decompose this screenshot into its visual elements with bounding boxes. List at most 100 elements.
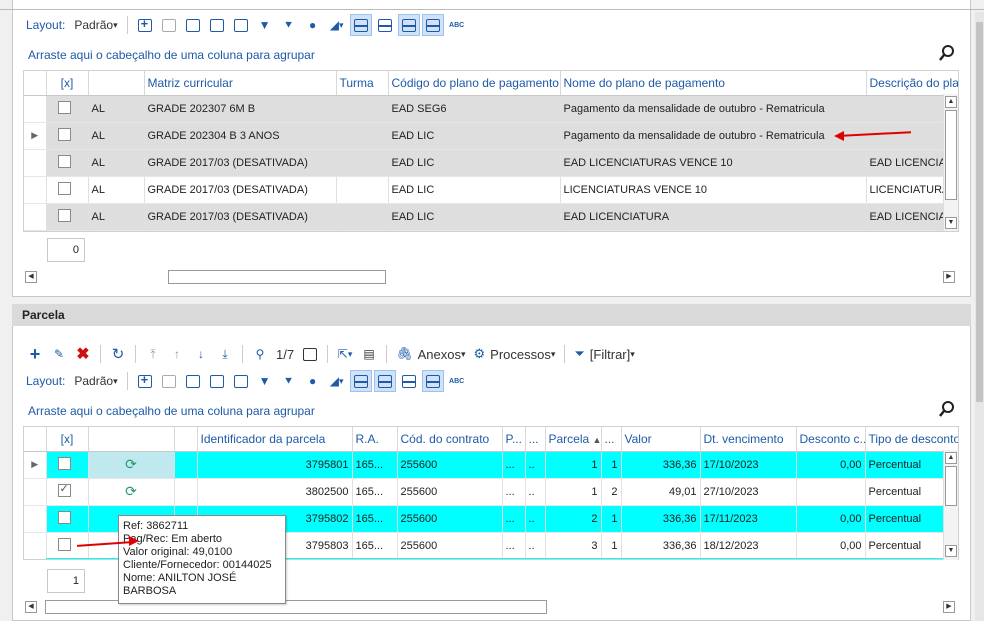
scroll-left-icon[interactable]: ◀ (25, 601, 37, 613)
layout-top-icon[interactable] (397, 14, 420, 36)
row-pointer-icon: ▶ (24, 451, 47, 479)
col-identificador[interactable]: Identificador da parcela (197, 427, 353, 452)
col-turma[interactable]: Turma (336, 71, 389, 96)
row-checkbox[interactable] (57, 127, 71, 141)
top-hscroll[interactable]: ◀ ▶ (23, 270, 959, 284)
layout-both-icon[interactable] (421, 370, 444, 392)
main-vertical-scrollbar[interactable] (975, 12, 984, 621)
table-row[interactable]: AL GRADE 202307 6M B EAD SEG6 Pagamento … (24, 95, 958, 123)
table-row[interactable]: AL GRADE 2017/03 (DESATIVADA) EAD LIC EA… (24, 203, 958, 231)
col-vencimento[interactable]: Dt. vencimento (700, 427, 797, 452)
col-matriz[interactable]: Matriz curricular (144, 71, 337, 96)
col-desconto[interactable]: Desconto c... (796, 427, 866, 452)
table-row[interactable]: ⟳ 3802500 165... 255600 ... .. 1 2 49,01… (24, 478, 958, 506)
layout-bottom-icon[interactable] (349, 14, 372, 36)
col-status[interactable] (88, 427, 175, 452)
layout-middle-icon[interactable] (374, 14, 396, 36)
page-indicator: 1/7 (276, 346, 295, 362)
scroll-right-icon[interactable]: ▶ (943, 271, 955, 283)
table-row[interactable]: AL GRADE 2017/03 (DESATIVADA) EAD LIC EA… (24, 149, 958, 177)
row-checkbox[interactable] (57, 181, 71, 195)
scroll-left-icon[interactable]: ◀ (25, 271, 37, 283)
color-icon[interactable]: ● (302, 370, 324, 392)
previous-record-icon[interactable]: ↑ (166, 343, 188, 365)
col-x[interactable]: ... (525, 427, 546, 452)
layout-dropdown[interactable]: Padrão (71, 14, 120, 36)
col-blank[interactable] (174, 427, 198, 452)
col-descricao[interactable]: Descrição do plano (866, 71, 958, 96)
move-up-icon[interactable] (206, 370, 228, 392)
top-grid-vscroll[interactable]: ▲ ▼ (943, 94, 958, 231)
col-blank[interactable] (88, 71, 145, 96)
parcela-grid-vscroll[interactable]: ▲ ▼ (943, 450, 958, 560)
refresh-layout-icon[interactable] (182, 14, 204, 36)
row-checkbox[interactable] (57, 537, 71, 551)
move-down-icon[interactable] (230, 370, 252, 392)
move-up-icon[interactable] (206, 14, 228, 36)
add-icon[interactable]: + (24, 343, 46, 365)
scroll-down-icon[interactable]: ▼ (945, 545, 957, 557)
top-row-count: 0 (47, 238, 85, 262)
row-checkbox[interactable] (57, 100, 71, 114)
add-row-icon[interactable] (134, 370, 156, 392)
row-checkbox[interactable] (57, 510, 71, 524)
col-nome[interactable]: Nome do plano de pagamento (560, 71, 867, 96)
report-icon[interactable]: ▤ (358, 343, 380, 365)
move-down-icon[interactable] (230, 14, 252, 36)
row-checkbox[interactable] (57, 482, 71, 497)
pin-icon[interactable]: ⯆ (278, 14, 300, 36)
delete-row-icon[interactable] (158, 14, 180, 36)
refresh-layout-icon[interactable] (182, 370, 204, 392)
layout-both-icon[interactable] (421, 14, 444, 36)
row-checkbox[interactable] (57, 154, 71, 168)
export-icon[interactable]: ⇱ (334, 343, 356, 365)
layout-middle-icon[interactable] (373, 370, 396, 392)
delete-row-icon[interactable] (158, 370, 180, 392)
scroll-right-icon[interactable]: ▶ (943, 601, 955, 613)
row-checkbox[interactable] (57, 208, 71, 222)
delete-icon[interactable]: ✖ (72, 343, 94, 365)
filter-button[interactable]: ⏷ [Filtrar] (571, 343, 637, 365)
spellcheck-icon[interactable]: ABC (446, 370, 468, 392)
scroll-down-icon[interactable]: ▼ (945, 217, 957, 229)
table-row[interactable]: AL GRADE 2017/03 (DESATIVADA) EAD LIC LI… (24, 176, 958, 204)
color-icon[interactable]: ● (302, 14, 324, 36)
anexos-button[interactable]: 🖇 Anexos (393, 343, 468, 365)
first-record-icon[interactable]: ⤒ (142, 343, 164, 365)
scroll-up-icon[interactable]: ▲ (945, 452, 957, 464)
top-search-icon[interactable] (939, 45, 955, 61)
add-row-icon[interactable] (134, 14, 156, 36)
parcela-search-icon[interactable] (939, 401, 955, 417)
paint-icon[interactable]: ▼ (254, 370, 276, 392)
col-select[interactable]: [x] (46, 71, 89, 96)
spellcheck-icon[interactable]: ABC (446, 14, 468, 36)
table-row[interactable]: ▶ AL GRADE 202304 B 3 ANOS EAD LIC Pagam… (24, 122, 958, 150)
layout-bottom-icon[interactable] (349, 370, 372, 392)
grid-view-icon[interactable] (299, 343, 321, 365)
chart-icon[interactable]: ◢ (326, 14, 348, 36)
layout-top-icon[interactable] (398, 370, 420, 392)
next-record-icon[interactable]: ↓ (190, 343, 212, 365)
col-tipo-desconto[interactable]: Tipo de desconto (865, 427, 958, 452)
table-row[interactable]: ▶ ⟳ 3795801 165... 255600 ... .. 1 1 336… (24, 451, 958, 479)
col-valor[interactable]: Valor (621, 427, 701, 452)
chart-icon[interactable]: ◢ (326, 370, 348, 392)
paint-icon[interactable]: ▼ (254, 14, 276, 36)
col-select[interactable]: [x] (46, 427, 89, 452)
edit-icon[interactable]: ✎ (48, 343, 70, 365)
paperclip-icon: 🖇 (396, 346, 413, 361)
last-record-icon[interactable]: ⤓ (214, 343, 236, 365)
col-p[interactable]: P... (502, 427, 526, 452)
refresh-icon[interactable]: ↻ (107, 343, 129, 365)
search-icon[interactable]: ⚲ (249, 343, 271, 365)
scroll-up-icon[interactable]: ▲ (945, 96, 957, 108)
row-checkbox[interactable] (57, 456, 71, 470)
col-y[interactable]: ... (601, 427, 622, 452)
processos-button[interactable]: ⚙ Processos (471, 343, 559, 365)
col-codigo[interactable]: Código do plano de pagamento (388, 71, 561, 96)
col-contrato[interactable]: Cód. do contrato (397, 427, 503, 452)
layout-dropdown[interactable]: Padrão (71, 370, 120, 392)
pin-icon[interactable]: ⯆ (278, 370, 300, 392)
col-parcela[interactable]: Parcela ▲ (545, 427, 602, 452)
col-ra[interactable]: R.A. (352, 427, 398, 452)
